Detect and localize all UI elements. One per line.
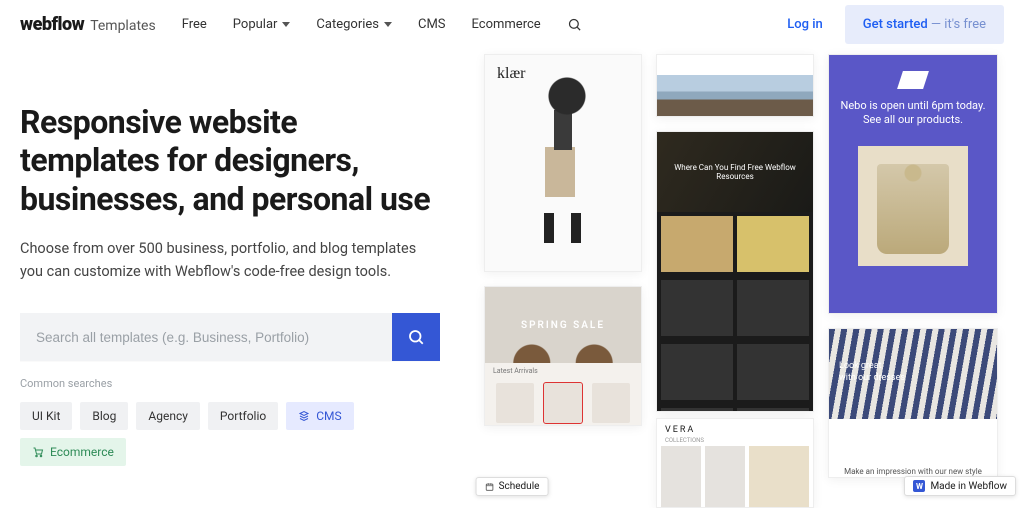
template-hero-image: SPRING SALE <box>485 287 641 363</box>
chip-ui-kit[interactable]: UI Kit <box>20 402 72 430</box>
nav-popular-label: Popular <box>233 17 278 32</box>
nav-ecommerce-label: Ecommerce <box>472 17 541 32</box>
product-thumb <box>544 383 582 423</box>
model-image <box>517 77 617 267</box>
bridge-image <box>657 75 813 116</box>
chevron-down-icon <box>282 22 290 27</box>
chip-label: CMS <box>316 409 341 423</box>
vera-sub-label: COLLECTIONS <box>657 437 813 446</box>
nav-categories-label: Categories <box>316 17 379 32</box>
product-thumb <box>496 383 534 423</box>
template-search <box>20 313 440 361</box>
gallery-col: klær SPRING SALE Latest Arrivals <box>484 54 642 508</box>
stripe-line-2: with our dresses <box>839 373 998 383</box>
chip-cms[interactable]: CMS <box>286 402 353 430</box>
nebo-tagline: Nebo is open until 6pm today. See all ou… <box>839 99 987 128</box>
impression-block: Make an impression with our new style <box>829 439 997 478</box>
get-started-button[interactable]: Get started — it's free <box>845 5 1004 44</box>
made-in-webflow-label: Made in Webflow <box>930 481 1007 492</box>
template-card-klaer[interactable]: klær <box>484 54 642 272</box>
template-card-spring[interactable]: SPRING SALE Latest Arrivals <box>484 286 642 426</box>
chip-blog[interactable]: Blog <box>80 402 128 430</box>
search-button[interactable] <box>392 313 440 361</box>
product-row <box>485 375 641 425</box>
product-thumb <box>592 383 630 423</box>
made-in-webflow-tag[interactable]: W Made in Webflow <box>904 476 1016 496</box>
chip-label: Agency <box>148 409 188 423</box>
schedule-tag[interactable]: Schedule <box>476 477 549 496</box>
template-card-nebo[interactable]: Nebo is open until 6pm today. See all ou… <box>828 54 998 314</box>
calendar-icon <box>485 482 495 492</box>
nav-cms[interactable]: CMS <box>418 17 446 32</box>
common-searches-label: Common searches <box>20 377 440 390</box>
template-gallery: klær SPRING SALE Latest Arrivals Where C… <box>484 48 1024 508</box>
logo-subtext: Templates <box>90 18 156 34</box>
template-card-stripe[interactable]: Look great with our dresses Make an impr… <box>828 328 998 478</box>
page-subtitle: Choose from over 500 business, portfolio… <box>20 238 420 283</box>
darkblog-title-label: Where Can You Find Free Webflow Resource… <box>661 163 809 181</box>
nav-cms-label: CMS <box>418 17 446 32</box>
cart-icon <box>32 446 44 458</box>
spring-sub-label: Latest Arrivals <box>485 363 641 375</box>
chip-portfolio[interactable]: Portfolio <box>208 402 278 430</box>
chip-label: UI Kit <box>32 409 60 423</box>
gallery-col: Where Can You Find Free Webflow Resource… <box>656 54 814 508</box>
cta-sub-label: — it's free <box>928 17 986 32</box>
nav-categories[interactable]: Categories <box>316 17 392 32</box>
template-hero-image: Where Can You Find Free Webflow Resource… <box>657 132 813 212</box>
webflow-icon: W <box>913 480 925 492</box>
template-card-vera[interactable]: VERA COLLECTIONS <box>656 418 814 508</box>
spring-sale-label: SPRING SALE <box>521 320 605 331</box>
nav-free-label: Free <box>182 17 207 32</box>
chip-agency[interactable]: Agency <box>136 402 200 430</box>
chip-ecommerce[interactable]: Ecommerce <box>20 438 126 466</box>
impression-label: Make an impression with our new style <box>844 467 982 476</box>
template-card-darkblog[interactable]: Where Can You Find Free Webflow Resource… <box>656 131 814 411</box>
chevron-down-icon <box>384 22 392 27</box>
stack-icon <box>298 410 310 422</box>
search-input[interactable] <box>20 313 392 361</box>
login-link[interactable]: Log in <box>787 17 823 32</box>
template-card-bridge[interactable] <box>656 54 814 117</box>
hero-section: Responsive website templates for designe… <box>0 48 440 466</box>
chip-label: Blog <box>92 409 116 423</box>
nav-popular[interactable]: Popular <box>233 17 291 32</box>
vera-title-label: VERA <box>657 419 813 437</box>
bag-image <box>858 146 968 266</box>
nebo-logo-icon <box>897 71 929 89</box>
nav-ecommerce[interactable]: Ecommerce <box>472 17 541 32</box>
common-search-chips: UI Kit Blog Agency Portfolio CMS Ecommer… <box>20 402 440 466</box>
chip-label: Portfolio <box>220 409 266 423</box>
template-topbar <box>657 55 813 75</box>
cta-main-label: Get started <box>863 17 928 32</box>
search-icon <box>407 328 425 346</box>
header: webflow Templates Free Popular Categorie… <box>0 0 1024 48</box>
nav-free[interactable]: Free <box>182 17 207 32</box>
page-title: Responsive website templates for designe… <box>20 103 440 218</box>
schedule-label: Schedule <box>499 481 540 492</box>
logo-text: webflow <box>20 14 84 35</box>
search-icon[interactable] <box>567 17 582 32</box>
chip-label: Ecommerce <box>50 445 114 459</box>
stripe-line-1: Look great <box>839 361 998 371</box>
logo-group[interactable]: webflow Templates <box>20 14 156 35</box>
primary-nav: Free Popular Categories CMS Ecommerce <box>182 17 582 32</box>
gallery-col: Nebo is open until 6pm today. See all ou… <box>828 54 998 508</box>
